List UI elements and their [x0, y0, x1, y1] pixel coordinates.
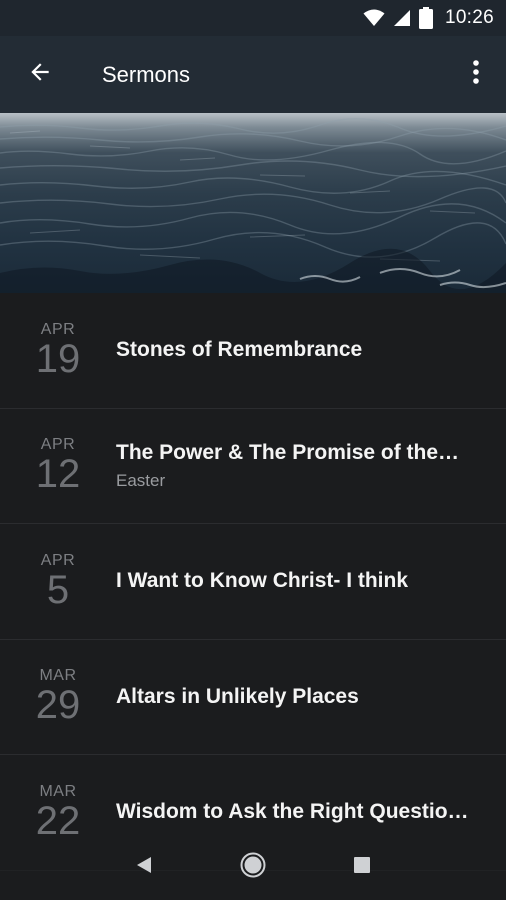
date-month: MAR [39, 782, 77, 800]
sermon-title: I Want to Know Christ- I think [116, 569, 409, 593]
sermon-series: Easter [116, 470, 166, 490]
more-vert-icon [472, 59, 480, 90]
sermon-title: Stones of Remembrance [116, 338, 363, 362]
nav-home-button[interactable] [228, 842, 278, 892]
app-bar: Sermons [0, 36, 506, 113]
sermon-title: The Power & The Promise of the… [116, 440, 460, 464]
status-bar: 10:26 [0, 0, 506, 36]
wifi-icon [363, 9, 385, 27]
nav-home-icon [240, 852, 266, 883]
sermon-title: Altars in Unlikely Places [116, 684, 359, 708]
more-options-button[interactable] [446, 36, 506, 113]
page-title: Sermons [102, 61, 191, 87]
sermon-date: MAR 22 [0, 782, 116, 841]
nav-recents-icon [353, 856, 371, 879]
list-item[interactable]: APR 5 I Want to Know Christ- I think [0, 524, 506, 640]
system-nav-bar [0, 834, 506, 900]
sermon-date: APR 5 [0, 551, 116, 612]
arrow-back-icon [27, 59, 53, 90]
list-item[interactable]: APR 19 Stones of Remembrance [0, 293, 506, 409]
back-button[interactable] [0, 36, 80, 113]
date-day: 19 [35, 336, 81, 381]
nav-recents-button[interactable] [337, 842, 387, 892]
signal-icon [393, 9, 411, 27]
sermon-title: Wisdom to Ask the Right Questio… [116, 800, 469, 824]
status-time: 10:26 [444, 7, 494, 28]
date-day: 12 [35, 452, 81, 497]
date-month: MAR [39, 667, 77, 685]
nav-back-button[interactable] [119, 842, 169, 892]
header-image-ocean [0, 113, 506, 293]
sermon-date: APR 19 [0, 320, 116, 381]
date-month: APR [40, 551, 76, 569]
sermon-date: APR 12 [0, 436, 116, 497]
list-item[interactable]: MAR 29 Altars in Unlikely Places [0, 639, 506, 755]
date-day: 5 [46, 567, 70, 612]
date-month: APR [40, 320, 76, 338]
date-day: 29 [35, 683, 81, 728]
date-month: APR [40, 436, 76, 454]
battery-icon [418, 7, 433, 29]
sermon-list: APR 19 Stones of Remembrance APR 12 The … [0, 293, 506, 871]
sermon-date: MAR 29 [0, 667, 116, 728]
nav-back-icon [135, 855, 153, 880]
list-item[interactable]: APR 12 The Power & The Promise of the… E… [0, 408, 506, 524]
sermons-screen: 10:26 Sermons APR 19 Stones of Remembran… [0, 0, 506, 900]
